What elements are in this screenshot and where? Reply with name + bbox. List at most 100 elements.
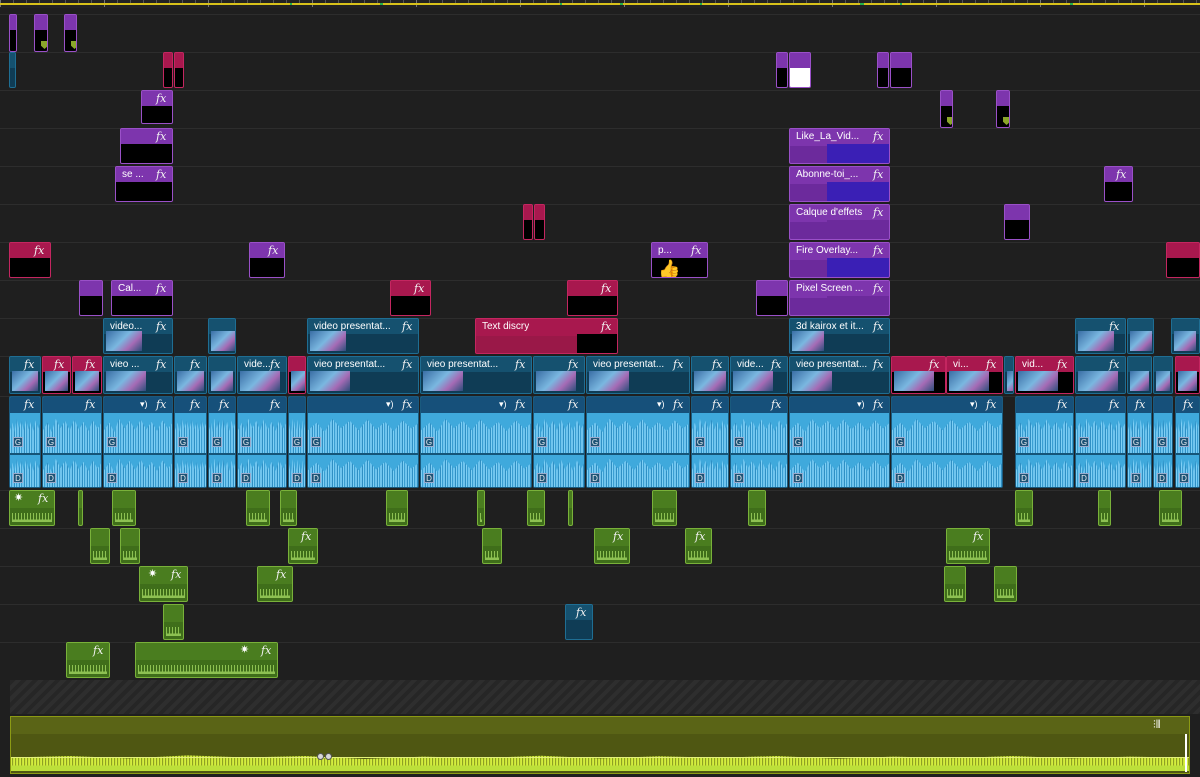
clip[interactable]: fx ▾) G D xyxy=(420,396,532,488)
clip[interactable] xyxy=(246,490,270,526)
clip[interactable] xyxy=(748,490,766,526)
fx-icon[interactable]: fx xyxy=(190,398,200,411)
clip[interactable]: fx xyxy=(1075,318,1126,354)
master-audio-clip[interactable]: ⫶⦀ xyxy=(10,716,1190,774)
clip[interactable] xyxy=(163,604,184,640)
clip[interactable]: fx xyxy=(120,128,173,164)
fx-icon[interactable]: fx xyxy=(1057,398,1067,411)
fx-icon[interactable]: fx xyxy=(85,358,95,371)
clip[interactable]: fx xyxy=(9,356,41,394)
clip[interactable] xyxy=(789,52,811,88)
clip[interactable]: fx G D xyxy=(42,396,102,488)
clip[interactable] xyxy=(890,52,912,88)
fx-icon[interactable]: fx xyxy=(515,398,525,411)
clip[interactable] xyxy=(1015,490,1033,526)
fx-icon[interactable]: fx xyxy=(1057,358,1067,371)
clip[interactable]: fx G D xyxy=(1075,396,1126,488)
clip[interactable]: fx ▾) G D xyxy=(103,396,173,488)
clip[interactable] xyxy=(996,90,1010,128)
clip[interactable]: fx xyxy=(1104,166,1133,202)
clip[interactable]: fx xyxy=(891,356,946,394)
fx-icon[interactable]: fx xyxy=(156,130,166,143)
timeline-panel[interactable]: fx fx Like_La_Vid... fx se ... fx Abonne-toi_.… xyxy=(0,0,1200,777)
effect-star-icon[interactable]: ✷ xyxy=(240,643,249,656)
clip[interactable]: vide... fx xyxy=(237,356,287,394)
fx-icon[interactable]: fx xyxy=(771,398,781,411)
clip[interactable]: fx ✷ xyxy=(139,566,188,602)
clip[interactable]: Cal... fx xyxy=(111,280,173,316)
fx-icon[interactable]: fx xyxy=(986,358,996,371)
fx-icon[interactable]: fx xyxy=(613,530,623,543)
clip[interactable]: fx xyxy=(565,604,593,640)
clip[interactable]: fx G D xyxy=(237,396,287,488)
fx-icon[interactable]: fx xyxy=(873,244,883,257)
clip[interactable] xyxy=(174,52,184,88)
fx-icon[interactable]: fx xyxy=(873,168,883,181)
fx-icon[interactable]: fx xyxy=(38,492,48,505)
clip[interactable]: fx xyxy=(533,356,585,394)
clip[interactable] xyxy=(940,90,953,128)
clip[interactable] xyxy=(756,280,788,316)
volume-rubber-band[interactable] xyxy=(11,757,1189,758)
clip[interactable]: GD xyxy=(1153,396,1173,488)
clip[interactable] xyxy=(1127,356,1152,394)
clip[interactable] xyxy=(386,490,408,526)
fx-icon[interactable]: fx xyxy=(673,398,683,411)
clip[interactable]: fx xyxy=(691,356,729,394)
fx-icon[interactable]: fx xyxy=(219,398,229,411)
fx-icon[interactable]: fx xyxy=(171,568,181,581)
clip[interactable]: fx xyxy=(9,242,51,278)
clip[interactable]: fx ▾) G D xyxy=(891,396,1003,488)
clip[interactable]: GD xyxy=(288,396,306,488)
clip[interactable] xyxy=(534,204,545,240)
clip[interactable] xyxy=(9,14,17,52)
clip[interactable] xyxy=(163,52,173,88)
clip[interactable]: fx G D xyxy=(691,396,729,488)
clip[interactable]: vieo presentat... fx xyxy=(307,356,419,394)
clip[interactable]: fx ▾) G D xyxy=(789,396,890,488)
fx-icon[interactable]: fx xyxy=(673,358,683,371)
clip[interactable]: video presentat... fx xyxy=(307,318,419,354)
fx-icon[interactable]: fx xyxy=(190,358,200,371)
fx-icon[interactable]: fx xyxy=(601,320,611,333)
clip[interactable]: video... fx xyxy=(103,318,173,354)
clip[interactable]: Like_La_Vid... fx xyxy=(789,128,890,164)
clip[interactable] xyxy=(208,356,236,394)
fx-icon[interactable]: fx xyxy=(93,644,103,657)
clip[interactable]: fx ▾) G D xyxy=(307,396,419,488)
fx-icon[interactable]: fx xyxy=(712,358,722,371)
fx-icon[interactable]: fx xyxy=(1109,398,1119,411)
clip[interactable] xyxy=(477,490,485,526)
fx-icon[interactable]: fx xyxy=(156,320,166,333)
clip[interactable] xyxy=(79,280,103,316)
effect-star-icon[interactable]: ✷ xyxy=(148,567,157,580)
clip[interactable]: fx xyxy=(288,528,318,564)
clip[interactable] xyxy=(1004,356,1014,394)
clip[interactable] xyxy=(523,204,533,240)
fx-icon[interactable]: fx xyxy=(1183,398,1193,411)
fx-icon[interactable]: fx xyxy=(34,244,44,257)
clip[interactable]: fx xyxy=(174,356,207,394)
clip[interactable]: fx xyxy=(1075,356,1126,394)
clip[interactable]: se ... fx xyxy=(115,166,173,202)
clip[interactable] xyxy=(1171,318,1200,354)
clip[interactable]: fx G D xyxy=(533,396,585,488)
fx-icon[interactable]: fx xyxy=(156,282,166,295)
fx-icon[interactable]: fx xyxy=(156,92,166,105)
fx-icon[interactable]: fx xyxy=(156,168,166,181)
clip[interactable] xyxy=(652,490,677,526)
fx-icon[interactable]: fx xyxy=(268,244,278,257)
clip[interactable]: fx xyxy=(141,90,173,124)
clip[interactable]: fx xyxy=(390,280,431,316)
clip[interactable]: Pixel Screen ... fx xyxy=(789,280,890,316)
fx-icon[interactable]: fx xyxy=(973,530,983,543)
clip[interactable] xyxy=(280,490,297,526)
fx-icon[interactable]: fx xyxy=(270,358,280,371)
fx-icon[interactable]: fx xyxy=(691,244,701,257)
fx-icon[interactable]: fx xyxy=(402,398,412,411)
clip[interactable]: vide... fx xyxy=(730,356,788,394)
fx-icon[interactable]: fx xyxy=(712,398,722,411)
clip[interactable]: vieo presentat... fx xyxy=(586,356,690,394)
clip[interactable]: fx G D xyxy=(1175,396,1200,488)
clip[interactable] xyxy=(568,490,573,526)
